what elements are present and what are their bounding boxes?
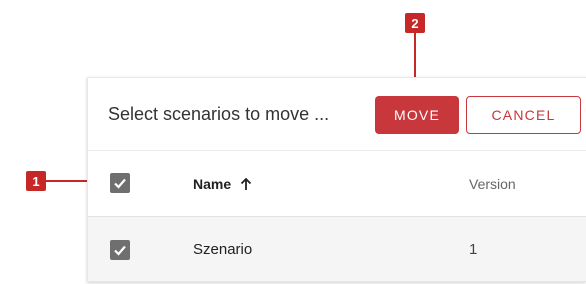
- callout-badge-2: 2: [405, 13, 425, 33]
- toolbar-title: Select scenarios to move ...: [108, 104, 330, 124]
- column-label: Name: [193, 176, 232, 192]
- cancel-button[interactable]: CANCEL: [466, 96, 581, 134]
- move-button[interactable]: MOVE: [375, 96, 459, 134]
- callout-badge-1: 1: [26, 171, 46, 191]
- column-header-name[interactable]: Name: [193, 176, 253, 192]
- row-version-cell: 1: [469, 241, 478, 258]
- move-scenarios-panel: Select scenarios to move ... MOVE CANCEL…: [87, 77, 586, 282]
- callout-label: 2: [411, 15, 419, 31]
- row-name-cell: Szenario: [193, 241, 253, 258]
- column-header-version[interactable]: Version: [469, 176, 516, 192]
- select-all-checkbox[interactable]: [110, 173, 130, 193]
- checkmark-icon: [114, 245, 126, 256]
- selection-toolbar: Select scenarios to move ... MOVE CANCEL: [88, 78, 586, 150]
- arrow-up-icon: [240, 177, 252, 190]
- callout-label: 1: [32, 173, 40, 189]
- table-header: Name Version: [88, 150, 586, 216]
- checkmark-icon: [114, 178, 126, 189]
- table-row[interactable]: Szenario 1: [88, 216, 586, 281]
- row-checkbox[interactable]: [110, 240, 130, 260]
